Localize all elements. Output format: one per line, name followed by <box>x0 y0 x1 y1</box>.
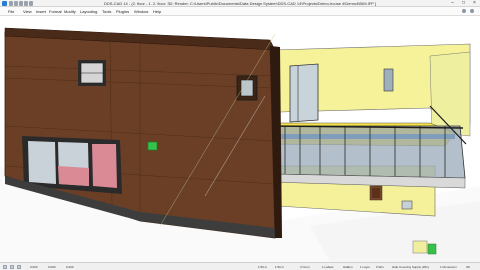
balcony-railing <box>269 125 466 179</box>
title-bar: DDS-CAD 14 - (2. floor - 1. 2. floor: 3D… <box>0 0 480 7</box>
settings-icon[interactable] <box>470 9 474 13</box>
coord-z: 0.000 <box>66 265 74 269</box>
window-title: DDS-CAD 14 - (2. floor - 1. 2. floor: 3D… <box>103 1 377 6</box>
menu-format[interactable]: Format <box>49 9 62 14</box>
dimension-indicator[interactable]: 1 Dimension <box>440 265 457 269</box>
menu-plugins[interactable]: Plugins <box>116 9 129 14</box>
snap-icon[interactable] <box>3 265 7 269</box>
unit-indicator[interactable]: 3 Cmm <box>300 265 310 269</box>
layer-indicator[interactable]: 1 Layer <box>360 265 370 269</box>
labels-indicator[interactable]: 1 Labels <box>322 265 333 269</box>
hide-covering-status[interactable]: Hide Covering Supply (Wm) <box>392 265 429 269</box>
upper-glass-door <box>289 63 319 123</box>
view-mode-indicator[interactable]: 3D <box>466 265 470 269</box>
menu-tools[interactable]: Tools <box>102 9 111 14</box>
menu-file[interactable]: File <box>8 9 14 14</box>
menu-modify[interactable]: Modify <box>64 9 76 14</box>
wm-indicator[interactable]: 0 Wm <box>376 265 384 269</box>
minimize-button[interactable]: – <box>447 0 458 7</box>
coord-x: 0.000 <box>30 265 38 269</box>
upper-right-window <box>383 68 394 92</box>
3d-viewport[interactable] <box>0 16 480 262</box>
menu-view[interactable]: View <box>23 9 32 14</box>
menu-layouting[interactable]: Layouting <box>80 9 97 14</box>
menu-bar: File View Insert Format Modify Layouting… <box>0 7 480 16</box>
scale-1[interactable]: 1:50 m <box>258 265 267 269</box>
building-render <box>0 16 480 262</box>
grid-icon[interactable] <box>10 265 14 269</box>
maximize-button[interactable]: □ <box>458 0 469 7</box>
green-marker <box>147 141 158 151</box>
menu-insert[interactable]: Insert <box>36 9 46 14</box>
lower-right-window <box>401 200 413 210</box>
hidden-indicator[interactable]: Hidden <box>343 265 353 269</box>
scale-2[interactable]: 1:50 m <box>275 265 284 269</box>
help-icon[interactable] <box>462 9 466 13</box>
pink-floor <box>58 166 89 186</box>
menu-window[interactable]: Window <box>134 9 148 14</box>
ortho-icon[interactable] <box>17 265 21 269</box>
menu-help[interactable]: Help <box>153 9 161 14</box>
close-button[interactable]: × <box>469 0 480 7</box>
status-bar: 0.000 0.000 0.000 1:50 m 1:50 m 3 Cmm 1 … <box>0 262 480 270</box>
coord-y: 0.000 <box>48 265 56 269</box>
